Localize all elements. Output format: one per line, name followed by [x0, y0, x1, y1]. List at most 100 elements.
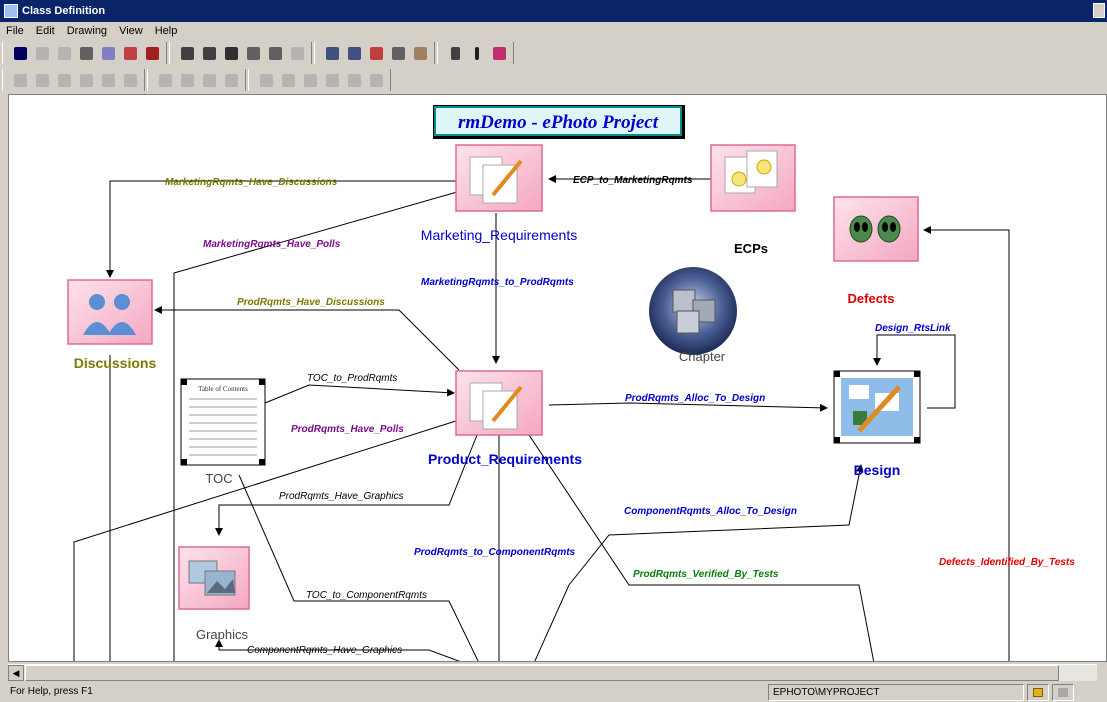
window-button[interactable]: [1093, 3, 1105, 18]
node-marketing-requirements[interactable]: Marketing_Requirements: [421, 144, 577, 243]
app-icon: [4, 4, 18, 18]
toolbar-group-space: [147, 69, 246, 91]
alignment-toolbar: [0, 67, 1107, 93]
diamond-tool-button[interactable]: [98, 43, 118, 63]
link-component-to-design[interactable]: [534, 464, 864, 662]
color-tool-button[interactable]: [120, 43, 140, 63]
zoom-page-button[interactable]: [388, 43, 408, 63]
menu-view[interactable]: View: [113, 25, 149, 37]
status-help-text: For Help, press F1: [10, 686, 93, 697]
size-1-button[interactable]: [256, 70, 276, 90]
space-1-button[interactable]: [155, 70, 175, 90]
label-toc-to-prod: TOC_to_ProdRqmts: [307, 373, 397, 384]
align-center-button[interactable]: [98, 70, 118, 90]
size-6-button[interactable]: [366, 70, 386, 90]
link-product-polls[interactable]: [73, 419, 460, 662]
layout-tool-3-button[interactable]: [243, 43, 263, 63]
pointer-button[interactable]: [445, 43, 465, 63]
label-mr-to-prod: MarketingRqmts_to_ProdRqmts: [421, 277, 574, 288]
print-button[interactable]: [76, 43, 96, 63]
zoom-fit-button[interactable]: [366, 43, 386, 63]
scroll-left-icon[interactable]: ◀: [8, 665, 24, 681]
status-mode-icon: [1052, 684, 1074, 701]
node-design[interactable]: Design: [833, 370, 921, 478]
size-3-button[interactable]: [300, 70, 320, 90]
size-5-button[interactable]: [344, 70, 364, 90]
find-button[interactable]: [221, 43, 241, 63]
diagram-canvas[interactable]: rmDemo - ePhoto Project MarketingRqmts_H…: [8, 94, 1107, 662]
layout-tool-2-button[interactable]: [199, 43, 219, 63]
toolbar-group-zoom: [314, 42, 435, 64]
main-toolbar: [0, 40, 1107, 66]
node-label-ecps: ECPs: [734, 241, 768, 256]
layout-tool-4-button[interactable]: [265, 43, 285, 63]
alien-bug-icon: [833, 196, 919, 262]
status-lock-icon: [1027, 684, 1049, 701]
save-button[interactable]: [10, 43, 30, 63]
size-4-button[interactable]: [322, 70, 342, 90]
node-toc[interactable]: Table of Contents TOC: [180, 378, 266, 486]
label-pr-alloc-to-design: ProdRqmts_Alloc_To_Design: [625, 393, 765, 404]
link-toc-to-product[interactable]: [264, 384, 455, 404]
menu-drawing[interactable]: Drawing: [61, 25, 113, 37]
layout-tool-5-button[interactable]: [287, 43, 307, 63]
node-label-discussions: Discussions: [74, 355, 157, 371]
node-chapter[interactable]: Chapter: [649, 267, 737, 364]
node-label-chapter: Chapter: [679, 349, 726, 364]
layout-tool-1-button[interactable]: [177, 43, 197, 63]
align-bottom-button[interactable]: [54, 70, 74, 90]
label-toc-to-component: TOC_to_ComponentRqmts: [306, 590, 427, 601]
size-2-button[interactable]: [278, 70, 298, 90]
scrollbar-thumb[interactable]: [25, 665, 1059, 681]
label-pr-verified-by-tests: ProdRqmts_Verified_By_Tests: [633, 569, 779, 580]
toolbar-group-size: [248, 69, 391, 91]
node-graphics[interactable]: Graphics: [178, 546, 250, 642]
space-4-button[interactable]: [221, 70, 241, 90]
link-marketing-discussions[interactable]: [106, 180, 457, 278]
up-arrow-button[interactable]: [467, 43, 487, 63]
zoom-out-button[interactable]: [344, 43, 364, 63]
align-top-button[interactable]: [10, 70, 30, 90]
label-design-rtslink: Design_RtsLink: [875, 323, 951, 334]
object-tool-button[interactable]: [142, 43, 162, 63]
align-right-button[interactable]: [120, 70, 140, 90]
menu-help[interactable]: Help: [149, 25, 184, 37]
link-product-discussions[interactable]: [154, 306, 460, 371]
node-ecps[interactable]: ECPs: [710, 144, 796, 256]
node-label-defects: Defects: [848, 291, 895, 306]
label-cr-alloc-to-design: ComponentRqmts_Alloc_To_Design: [624, 506, 797, 517]
space-2-button[interactable]: [177, 70, 197, 90]
align-left-button[interactable]: [76, 70, 96, 90]
menu-edit[interactable]: Edit: [30, 25, 61, 37]
horizontal-scrollbar[interactable]: ◀: [8, 664, 1097, 681]
link-defects-tests[interactable]: [923, 226, 1010, 662]
node-product-requirements[interactable]: Product_Requirements: [428, 370, 582, 467]
copy-button[interactable]: [32, 43, 52, 63]
window-title: Class Definition: [22, 5, 106, 17]
status-project-path: EPHOTO\MYPROJECT: [768, 684, 1024, 701]
toolbar-group-layout: [169, 42, 312, 64]
toc-thumbnail-title: Table of Contents: [198, 385, 248, 393]
space-3-button[interactable]: [199, 70, 219, 90]
link-product-tests[interactable]: [528, 434, 875, 662]
paste-button[interactable]: [54, 43, 74, 63]
zoom-in-button[interactable]: [322, 43, 342, 63]
align-middle-button[interactable]: [32, 70, 52, 90]
label-mr-have-discussions: MarketingRqmts_Have_Discussions: [165, 177, 338, 188]
diagram-title: rmDemo - ePhoto Project: [458, 112, 659, 133]
link-toc-to-component[interactable]: [238, 474, 479, 662]
toolbar-group-pointer: [437, 42, 514, 64]
label-pr-have-discussions: ProdRqmts_Have_Discussions: [237, 297, 385, 308]
node-defects[interactable]: Defects: [833, 196, 919, 306]
diagram-title-box[interactable]: rmDemo - ePhoto Project: [433, 105, 685, 139]
node-discussions[interactable]: Discussions: [67, 279, 157, 371]
menu-bar: File Edit Drawing View Help: [0, 22, 1107, 40]
palette-dropdown-button[interactable]: [489, 43, 509, 63]
label-mr-have-polls: MarketingRqmts_Have_Polls: [203, 239, 341, 250]
pan-hand-button[interactable]: [410, 43, 430, 63]
node-label-design: Design: [854, 462, 901, 478]
node-label-toc: TOC: [205, 471, 232, 486]
label-defects-identified-by-tests: Defects_Identified_By_Tests: [939, 557, 1075, 568]
label-pr-have-polls: ProdRqmts_Have_Polls: [291, 424, 404, 435]
menu-file[interactable]: File: [0, 25, 30, 37]
